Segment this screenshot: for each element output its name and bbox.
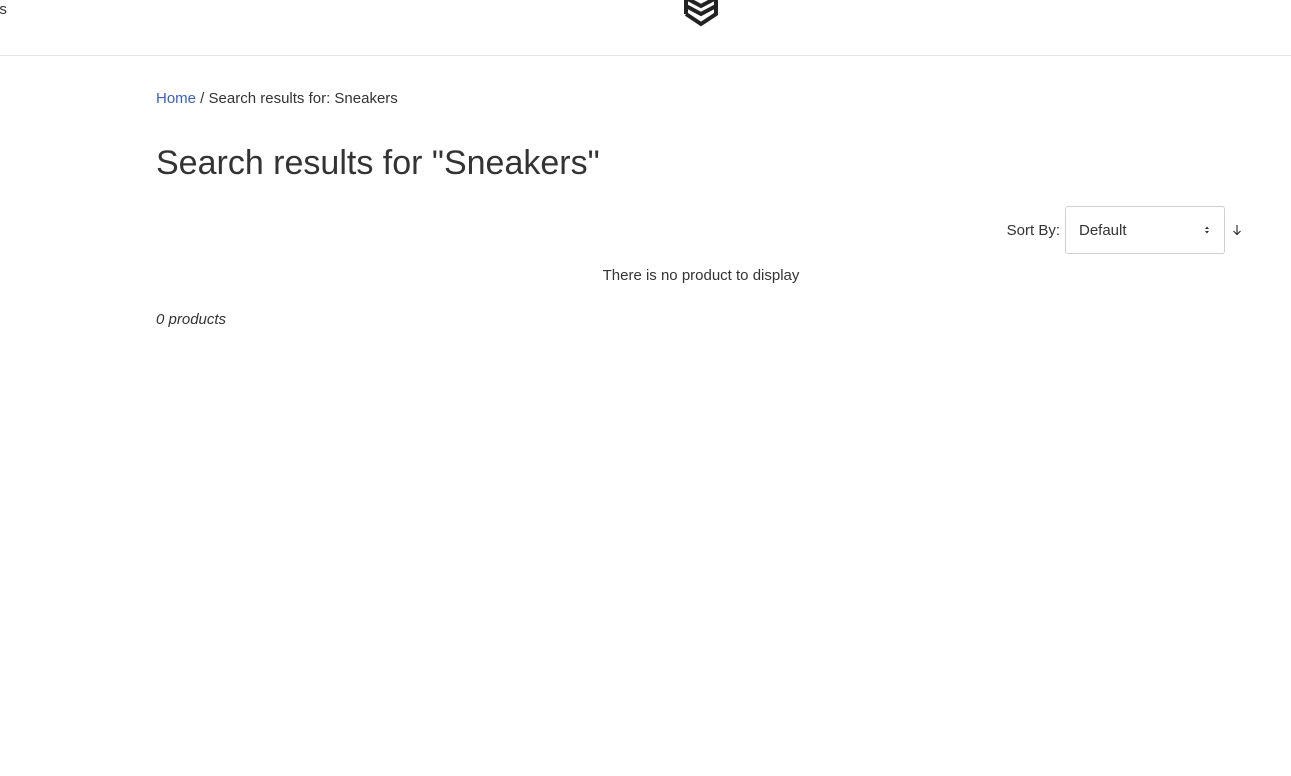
product-count: 0 products [156, 311, 227, 328]
header-nav-link[interactable]: us [0, 0, 14, 20]
sort-bar: Sort By: Default [1007, 206, 1246, 254]
empty-results-message: There is no product to display [602, 267, 800, 284]
breadcrumb: Home / Search results for: Sneakers [156, 89, 398, 109]
logo-icon[interactable] [682, 0, 720, 30]
sort-direction-button[interactable] [1228, 221, 1246, 239]
arrow-down-icon [1233, 225, 1241, 236]
site-header: us [0, 0, 1291, 56]
page-title: Search results for "Sneakers" [156, 144, 600, 182]
sort-label: Sort By: [1006, 221, 1060, 239]
sort-selected-value: Default [1079, 221, 1127, 239]
breadcrumb-home-link[interactable]: Home [156, 90, 196, 107]
stacked-chevrons-logo-icon [684, 0, 718, 27]
select-arrows-icon [1205, 226, 1209, 234]
sort-select[interactable]: Default [1065, 206, 1225, 254]
breadcrumb-current: Search results for: Sneakers [208, 90, 398, 107]
breadcrumb-separator: / [196, 90, 209, 107]
